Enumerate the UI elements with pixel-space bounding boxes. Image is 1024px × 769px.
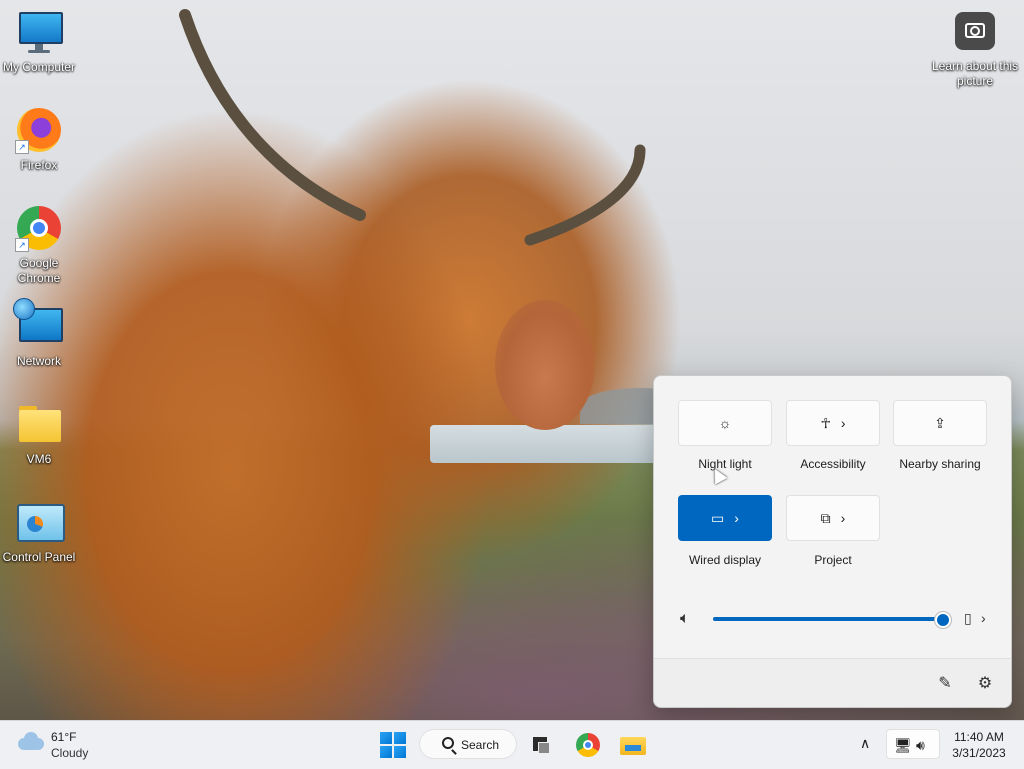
tile-label: Wired display [688, 553, 762, 567]
desktop-icon-control-panel[interactable]: Control Panel [0, 498, 78, 565]
chevron-up-icon[interactable]: ∧ [860, 735, 870, 752]
clock-date[interactable]: 3/31/2023 [948, 746, 1010, 760]
tile-nearby-sharing[interactable]: ⇪ [893, 400, 987, 446]
start-button[interactable] [380, 732, 406, 758]
volume-slider-thumb[interactable] [935, 612, 951, 628]
speaker-icon[interactable]: 🔈︎ [680, 610, 690, 628]
desktop-icon-network[interactable]: Network [0, 298, 78, 369]
chevron-right-icon[interactable]: › [981, 610, 986, 626]
shortcut-arrow-icon: ↗ [15, 238, 29, 252]
night-light-icon: ☼ [718, 415, 732, 431]
quick-settings-panel: ☼ Night light ☥ › Accessibility ⇪ Nearby… [653, 375, 1012, 708]
taskbar: 61°F Cloudy Search ∧ 🖥︎ 🔊︎ 11:40 AM 3/31… [0, 720, 1024, 769]
tile-label: Night light [698, 457, 752, 471]
chrome-icon: ↗ [15, 204, 63, 252]
wallpaper-horns [179, 9, 646, 246]
pencil-icon[interactable]: ✎ [934, 673, 956, 695]
desktop-icon-label: Google Chrome [17, 256, 61, 285]
weather-description[interactable]: Cloudy [51, 746, 88, 760]
chevron-right-icon[interactable]: › [841, 415, 846, 431]
volume-slider-fill [713, 617, 943, 621]
learn-about-picture-label[interactable]: Learn about this picture [930, 59, 1020, 89]
tile-accessibility[interactable]: ☥ › [786, 400, 880, 446]
folder-icon [15, 400, 63, 448]
tile-label: Project [814, 553, 852, 567]
search-icon [442, 737, 454, 749]
camera-icon[interactable] [955, 12, 995, 50]
firefox-icon: ↗ [15, 106, 63, 154]
taskbar-file-explorer-button[interactable] [620, 733, 646, 755]
control-panel-icon [15, 498, 65, 546]
tile-project[interactable]: ⧉ › [786, 495, 880, 541]
desktop-icon-label: Control Panel [2, 550, 76, 564]
tile-label: Nearby sharing [899, 457, 981, 471]
windows-logo-icon [380, 732, 392, 744]
cloud-icon[interactable] [18, 732, 44, 750]
volume-icon: 🔊︎ [916, 737, 925, 753]
tile-wired-display[interactable]: ▭ › [678, 495, 772, 541]
wallpaper-cow-face [495, 300, 595, 430]
tile-night-light[interactable]: ☼ [678, 400, 772, 446]
audio-device-icon[interactable]: ▯ [964, 610, 972, 627]
desktop-icon-vm6[interactable]: VM6 [0, 400, 78, 467]
wired-display-icon: ▭ [711, 509, 725, 526]
search-label: Search [461, 738, 500, 752]
wallpaper-loch [430, 425, 670, 463]
desktop-icon-label: Network [16, 354, 61, 368]
gear-icon[interactable]: ⚙ [974, 673, 996, 695]
desktop-icon-google-chrome[interactable]: ↗ Google Chrome [0, 204, 78, 286]
tile-label: Accessibility [800, 457, 866, 471]
desktop-icon-label: My Computer [2, 60, 76, 74]
project-icon: ⧉ [820, 509, 831, 526]
weather-temperature[interactable]: 61°F [51, 730, 76, 744]
desktop-icon-my-computer[interactable]: My Computer [0, 8, 78, 75]
task-view-button[interactable] [529, 733, 553, 757]
taskbar-search-button[interactable]: Search [419, 729, 517, 759]
accessibility-icon: ☥ [820, 414, 831, 431]
quick-settings-footer: ✎ ⚙ [654, 658, 1011, 707]
network-icon [13, 298, 63, 350]
chevron-right-icon[interactable]: › [734, 510, 739, 526]
desktop-icon-label: VM6 [26, 452, 52, 466]
clock-time[interactable]: 11:40 AM [948, 730, 1010, 744]
shortcut-arrow-icon: ↗ [15, 140, 29, 154]
tray-quick-settings-button[interactable]: 🖥︎ 🔊︎ [886, 729, 940, 759]
wired-network-icon: 🖥︎ [894, 737, 912, 753]
chevron-right-icon[interactable]: › [841, 510, 846, 526]
volume-slider[interactable] [713, 612, 951, 628]
monitor-icon [15, 8, 63, 56]
desktop-icon-firefox[interactable]: ↗ Firefox [0, 106, 78, 173]
taskbar-chrome-button[interactable] [576, 733, 600, 757]
desktop-icon-label: Firefox [20, 158, 58, 172]
nearby-sharing-icon: ⇪ [934, 414, 946, 431]
